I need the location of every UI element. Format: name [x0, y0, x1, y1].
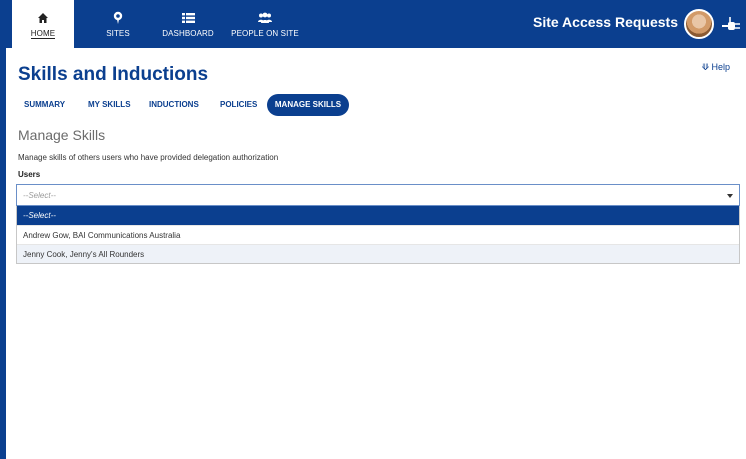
tab-my-skills[interactable]: MY SKILLS [88, 94, 131, 116]
tab-inductions[interactable]: INDUCTIONS [149, 94, 199, 116]
nav-dashboard-label: DASHBOARD [162, 29, 214, 38]
nav-home[interactable]: HOME [12, 0, 74, 48]
chevron-down-icon [727, 194, 733, 198]
home-icon [37, 10, 49, 26]
users-select-value: --Select-- [23, 191, 56, 200]
app-title: Site Access Requests [533, 14, 678, 30]
help-link[interactable]: ⟱ Help [701, 62, 730, 73]
help-label: Help [711, 62, 730, 72]
tab-manage-skills[interactable]: MANAGE SKILLS [267, 94, 349, 116]
users-label: Users [18, 170, 41, 179]
left-edge-bar [0, 0, 6, 459]
page-title: Skills and Inductions [18, 64, 209, 85]
nav-sites[interactable]: SITES [88, 0, 148, 48]
nav-sites-label: SITES [106, 29, 130, 38]
tab-summary[interactable]: SUMMARY [24, 94, 65, 116]
nav-dashboard[interactable]: DASHBOARD [154, 0, 222, 48]
nav-home-label: HOME [30, 28, 56, 39]
user-avatar[interactable] [684, 9, 714, 39]
dropdown-option[interactable]: Andrew Gow, BAI Communications Australia [17, 225, 739, 244]
help-icon: ⟱ [701, 62, 712, 72]
users-select[interactable]: --Select-- [16, 184, 740, 206]
group-icon [257, 10, 273, 26]
list-icon [181, 10, 195, 26]
section-description: Manage skills of others users who have p… [18, 153, 279, 162]
dropdown-option[interactable]: --Select-- [17, 206, 739, 225]
plug-icon[interactable] [720, 14, 742, 34]
top-navbar: HOME SITES DASHBOARD PEOPLE ON SITE Site… [6, 0, 746, 48]
tab-policies[interactable]: POLICIES [220, 94, 257, 116]
dropdown-option[interactable]: Jenny Cook, Jenny's All Rounders [17, 244, 739, 263]
nav-people-on-site[interactable]: PEOPLE ON SITE [224, 0, 306, 48]
nav-people-label: PEOPLE ON SITE [231, 29, 299, 38]
users-dropdown-list: --Select-- Andrew Gow, BAI Communication… [16, 206, 740, 264]
section-title: Manage Skills [18, 127, 106, 143]
map-pin-icon [112, 10, 124, 26]
